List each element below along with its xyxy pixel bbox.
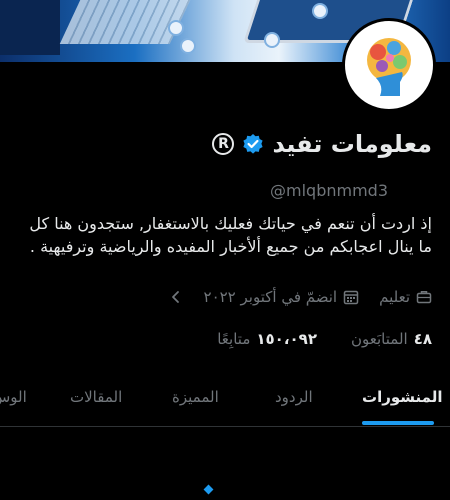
tab-replies[interactable]: الردود [275, 388, 313, 406]
bio-line: إذ اردت أن تنعم في حياتك فعليك بالاستغفا… [29, 214, 432, 233]
tab-media[interactable]: الوس [0, 388, 27, 406]
loading-indicator [203, 484, 214, 495]
followers-label: متابِعًا [217, 330, 251, 348]
tab-articles[interactable]: المقالات [70, 388, 122, 406]
verified-badge-icon[interactable] [242, 133, 264, 155]
profile-bio: إذ اردت أن تنعم في حياتك فعليك بالاستغفا… [12, 212, 432, 258]
calendar-icon [343, 290, 359, 305]
brain-head-icon [367, 38, 411, 96]
following-link[interactable]: ٤٨ المتابَعون [351, 330, 432, 348]
profile-joined-date: انضمّ في أكتوبر ٢٠٢٢ [203, 288, 338, 306]
following-label: المتابَعون [351, 330, 408, 348]
profile-category: تعليم [379, 288, 410, 306]
registered-icon: R [212, 133, 235, 155]
profile-handle: @mlqbnmmd3 [270, 181, 388, 200]
following-count: ٤٨ [413, 330, 432, 348]
tab-highlights[interactable]: المميزة [172, 388, 219, 406]
chevron-left-icon[interactable] [168, 289, 184, 305]
profile-stats: ٤٨ المتابَعون ١٥٠،٠٩٢ متابِعًا [217, 330, 432, 348]
profile-name-row: معلومات تفيد R [212, 130, 432, 158]
tab-posts[interactable]: المنشورات [362, 388, 442, 406]
bio-line: ما ينال اعجابكم من جميع ألأخبار المفيده … [29, 237, 432, 256]
followers-link[interactable]: ١٥٠،٠٩٢ متابِعًا [217, 330, 317, 348]
avatar[interactable] [342, 18, 436, 112]
profile-tabs: المنشورات الردود المميزة المقالات الوس [0, 376, 450, 427]
followers-count: ١٥٠،٠٩٢ [256, 330, 317, 348]
briefcase-icon [416, 291, 432, 304]
display-name: معلومات تفيد [272, 130, 432, 158]
active-tab-indicator [362, 421, 434, 425]
profile-meta: تعليم انضمّ في أكتوبر ٢٠٢٢ [168, 288, 432, 306]
